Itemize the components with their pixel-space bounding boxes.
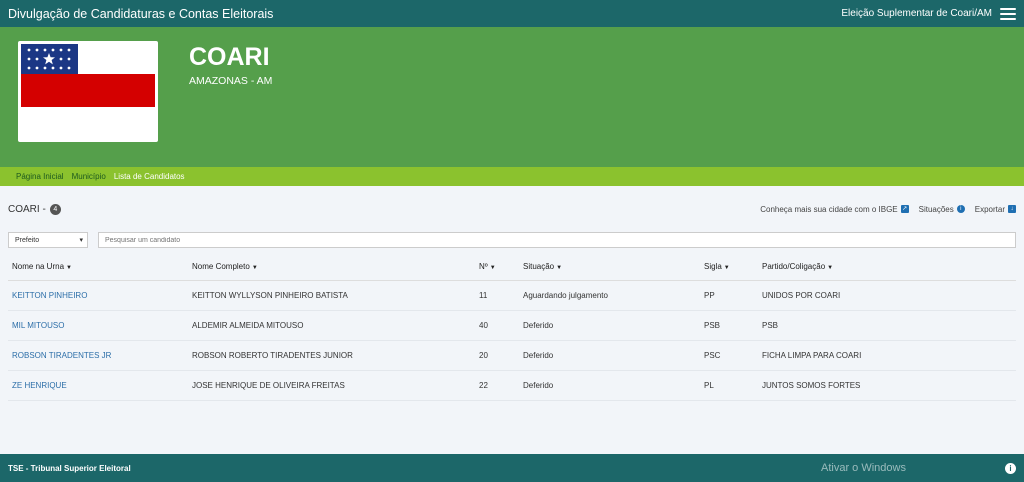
chevron-down-icon: ▾ <box>79 237 83 244</box>
summary-row: COARI - 4 Conheça mais sua cidade com o … <box>8 186 1016 232</box>
candidate-number: 20 <box>475 340 519 371</box>
column-header-party[interactable]: Partido/Coligação ▼ <box>758 253 1016 281</box>
external-link-icon: ↗ <box>900 205 909 213</box>
party-coalition: UNIDOS POR COARI <box>758 280 1016 311</box>
sort-caret-icon: ▼ <box>251 264 258 271</box>
party-acronym: PL <box>700 370 758 401</box>
export-button[interactable]: Exportar ↓ <box>975 205 1016 214</box>
ibge-link-label: Conheça mais sua cidade com o IBGE <box>760 204 898 214</box>
candidates-table: Nome na Urna ▼ Nome Completo ▼ Nº ▼ Situaçã… <box>8 253 1016 401</box>
summary-city-label: COARI - <box>8 203 46 215</box>
footer-text: TSE - Tribunal Superior Eleitoral <box>8 463 131 473</box>
sort-caret-icon: ▼ <box>556 264 563 271</box>
amazonas-flag-icon <box>21 44 155 139</box>
windows-activation-watermark: Ativar o Windows <box>821 462 906 474</box>
hamburger-menu-icon[interactable] <box>1000 7 1016 20</box>
candidate-number: 40 <box>475 310 519 341</box>
party-acronym: PSB <box>700 310 758 341</box>
info-icon: i <box>956 205 965 213</box>
election-name: Eleição Suplementar de Coari/AM <box>841 8 992 19</box>
situations-link[interactable]: Situações i <box>919 205 965 214</box>
table-row: MIL MITOUSO ALDEMIR ALMEIDA MITOUSO 40 D… <box>8 310 1016 341</box>
main-content: COARI - 4 Conheça mais sua cidade com o … <box>0 186 1024 401</box>
candidate-full-name: KEITTON WYLLYSON PINHEIRO BATISTA <box>188 280 475 311</box>
column-header-status[interactable]: Situação ▼ <box>519 253 700 281</box>
candidate-full-name: ROBSON ROBERTO TIRADENTES JUNIOR <box>188 340 475 371</box>
filter-row: Prefeito ▾ <box>8 232 1016 249</box>
candidate-ballot-name-link[interactable]: KEITTON PINHEIRO <box>8 280 188 311</box>
column-header-full-name[interactable]: Nome Completo ▼ <box>188 253 475 281</box>
table-row: ROBSON TIRADENTES JR ROBSON ROBERTO TIRA… <box>8 340 1016 371</box>
top-bar-right: Eleição Suplementar de Coari/AM <box>841 7 1016 20</box>
sort-caret-icon: ▼ <box>489 264 496 271</box>
breadcrumb: Página Inicial Município Lista de Candid… <box>0 167 1024 186</box>
office-select-value: Prefeito <box>15 236 40 244</box>
breadcrumb-candidate-list: Lista de Candidatos <box>113 172 185 181</box>
sort-caret-icon: ▼ <box>723 264 730 271</box>
ibge-link[interactable]: Conheça mais sua cidade com o IBGE ↗ <box>760 204 909 214</box>
city-flag <box>18 41 158 142</box>
party-acronym: PP <box>700 280 758 311</box>
footer: TSE - Tribunal Superior Eleitoral Ativar… <box>0 454 1024 482</box>
office-select[interactable]: Prefeito ▾ <box>8 232 88 248</box>
candidate-summary: COARI - 4 <box>8 203 61 215</box>
party-coalition: PSB <box>758 310 1016 341</box>
table-header-row: Nome na Urna ▼ Nome Completo ▼ Nº ▼ Situaçã… <box>8 253 1016 281</box>
candidate-ballot-name-link[interactable]: ROBSON TIRADENTES JR <box>8 340 188 371</box>
candidate-status: Aguardando julgamento <box>519 280 700 311</box>
city-state: AMAZONAS - AM <box>189 75 273 87</box>
candidate-ballot-name-link[interactable]: MIL MITOUSO <box>8 310 188 341</box>
column-header-number[interactable]: Nº ▼ <box>475 253 519 281</box>
city-banner: COARI AMAZONAS - AM <box>0 27 1024 167</box>
candidate-ballot-name-link[interactable]: ZE HENRIQUE <box>8 370 188 401</box>
candidate-number: 22 <box>475 370 519 401</box>
candidate-status: Deferido <box>519 370 700 401</box>
candidate-search-input[interactable] <box>98 232 1016 248</box>
party-coalition: FICHA LIMPA PARA COARI <box>758 340 1016 371</box>
top-bar: Divulgação de Candidaturas e Contas Elei… <box>0 0 1024 27</box>
column-header-acronym[interactable]: Sigla ▼ <box>700 253 758 281</box>
sort-caret-icon: ▼ <box>66 264 72 271</box>
download-icon: ↓ <box>1008 205 1016 213</box>
export-label: Exportar <box>974 204 1005 214</box>
candidate-status: Deferido <box>519 310 700 341</box>
party-coalition: JUNTOS SOMOS FORTES <box>758 370 1016 401</box>
info-icon[interactable]: i <box>1005 462 1016 474</box>
breadcrumb-municipality[interactable]: Município <box>72 172 106 181</box>
summary-actions: Conheça mais sua cidade com o IBGE ↗ Sit… <box>760 205 1016 214</box>
candidate-status: Deferido <box>519 340 700 371</box>
table-row: ZE HENRIQUE JOSE HENRIQUE DE OLIVEIRA FR… <box>8 370 1016 401</box>
column-header-ballot-name[interactable]: Nome na Urna ▼ <box>8 253 188 281</box>
candidate-count-badge: 4 <box>49 203 61 215</box>
table-row: KEITTON PINHEIRO KEITTON WYLLYSON PINHEI… <box>8 280 1016 311</box>
app-title[interactable]: Divulgação de Candidaturas e Contas Elei… <box>8 7 273 21</box>
candidate-full-name: JOSE HENRIQUE DE OLIVEIRA FREITAS <box>188 370 475 401</box>
party-acronym: PSC <box>700 340 758 371</box>
breadcrumb-home[interactable]: Página Inicial <box>16 172 64 181</box>
situations-link-label: Situações <box>918 204 954 214</box>
city-name: COARI <box>189 43 270 71</box>
candidate-full-name: ALDEMIR ALMEIDA MITOUSO <box>188 310 475 341</box>
candidate-number: 11 <box>475 280 519 311</box>
sort-caret-icon: ▼ <box>827 264 834 271</box>
